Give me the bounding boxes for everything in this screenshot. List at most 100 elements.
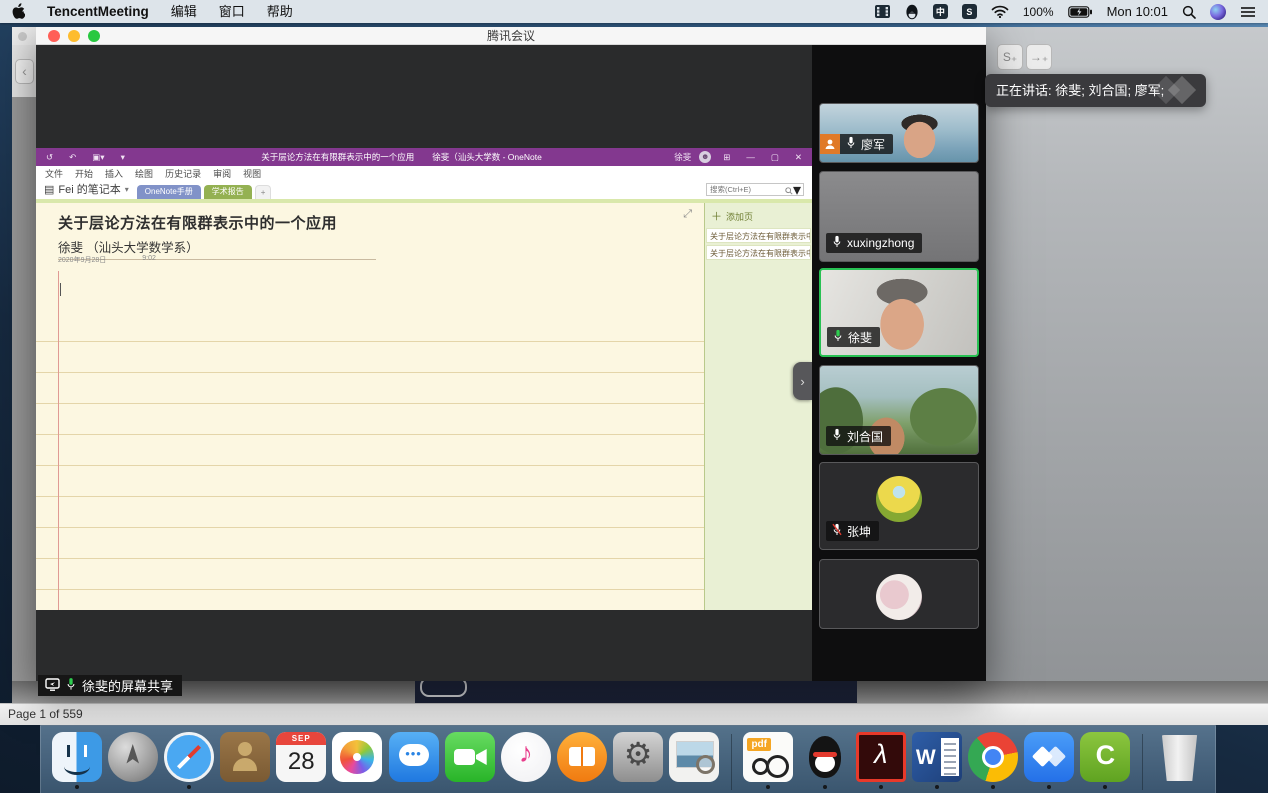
note-author[interactable]: 徐斐 （汕头大学数学系）: [58, 237, 376, 256]
note-title[interactable]: 关于层论方法在有限群表示中的一个应用: [58, 212, 376, 233]
menubar-menu-edit[interactable]: 编辑: [160, 0, 208, 23]
menubar-menu-help[interactable]: 帮助: [256, 0, 304, 23]
dock-item-ibooks[interactable]: [556, 732, 607, 789]
onenote-restore-button[interactable]: ▢: [767, 152, 783, 163]
mic-icon: [832, 235, 842, 251]
note-time: 9:02: [142, 255, 156, 265]
dock-item-pdf-reader[interactable]: [743, 732, 794, 789]
sidebar-expander-chevron[interactable]: ›: [793, 362, 812, 400]
participant-tile-xuxingzhong[interactable]: xuxingzhong: [819, 171, 979, 262]
user-avatar[interactable]: ☻: [699, 151, 711, 163]
participant-name: 廖军: [861, 136, 885, 153]
dock-item-contacts[interactable]: [219, 732, 270, 789]
participant-tile-unnamed[interactable]: [819, 559, 979, 629]
section-tab-academic-report[interactable]: 学术报告: [204, 185, 252, 199]
chevron-down-icon: ▾: [125, 185, 129, 194]
dock-item-preview[interactable]: [669, 732, 720, 789]
annotation-tool-button-arrow[interactable]: →₊: [1026, 44, 1052, 70]
inactive-traffic-light[interactable]: [18, 32, 27, 41]
participant-tile-xufei[interactable]: 徐斐: [819, 268, 979, 357]
meeting-title-bar[interactable]: 腾讯会议: [36, 27, 986, 45]
menu-history[interactable]: 历史记录: [165, 167, 201, 180]
background-window-left: ‹: [12, 27, 38, 703]
margin-line: [58, 271, 59, 610]
mic-icon: [832, 428, 842, 444]
mic-icon: [66, 677, 76, 694]
wifi-icon[interactable]: [991, 5, 1009, 18]
dock-item-system-preferences[interactable]: [613, 732, 664, 789]
menu-file[interactable]: 文件: [45, 167, 63, 180]
close-traffic-light[interactable]: [48, 30, 60, 42]
notification-center-icon[interactable]: [1240, 6, 1256, 18]
menu-home[interactable]: 开始: [75, 167, 93, 180]
quick-access-dropdown-icon[interactable]: ▣▾: [88, 152, 108, 163]
notebook-name: Fei 的笔记本: [58, 181, 120, 197]
customize-toolbar-dropdown-icon[interactable]: ▾: [117, 152, 129, 163]
participant-tile-zhangkun[interactable]: 张坤: [819, 462, 979, 550]
zoom-traffic-light[interactable]: [88, 30, 100, 42]
expand-page-icon[interactable]: ⤢: [683, 208, 692, 221]
dock-item-qq[interactable]: [799, 732, 850, 789]
participant-tile-liuheguo[interactable]: 刘合国: [819, 365, 979, 455]
spotlight-search-icon[interactable]: [1182, 5, 1196, 19]
notebook-selector[interactable]: ▤ Fei 的笔记本 ▾: [42, 181, 137, 199]
apple-menu-icon[interactable]: [0, 0, 36, 23]
page-list-item[interactable]: 关于层论方法在有限群表示中的应: [706, 245, 811, 260]
dock-item-calendar[interactable]: SEP 28: [276, 732, 327, 789]
page-header-block: 关于层论方法在有限群表示中的一个应用 徐斐 （汕头大学数学系）: [58, 212, 376, 260]
participant-tile-liaojun[interactable]: 廖军: [819, 103, 979, 163]
page-list-item[interactable]: 关于层论方法在有限群表示中的一: [706, 228, 811, 243]
menu-review[interactable]: 审阅: [213, 167, 231, 180]
minimize-traffic-light[interactable]: [68, 30, 80, 42]
page-status-text: Page 1 of 559: [8, 707, 83, 721]
undo-icon[interactable]: ↶: [65, 152, 80, 163]
film-status-icon[interactable]: [874, 4, 891, 19]
qq-status-icon[interactable]: [905, 4, 919, 20]
dock-item-tencent-meeting[interactable]: [1024, 732, 1075, 789]
dock-item-photos[interactable]: [332, 732, 383, 789]
onenote-ribbon-menu: 文件 开始 插入 绘图 历史记录 审阅 视图: [36, 166, 812, 181]
dock-item-safari[interactable]: [163, 732, 214, 789]
dock-item-acrobat[interactable]: [855, 732, 906, 789]
search-input[interactable]: [707, 185, 785, 194]
dock-item-messages[interactable]: [388, 732, 439, 789]
ribbon-display-icon[interactable]: ⊞: [719, 152, 734, 163]
input-method-icon[interactable]: 中: [933, 4, 948, 19]
dock-item-finder[interactable]: [51, 732, 102, 789]
add-page-button[interactable]: ＋ 添加页: [705, 203, 812, 228]
calendar-day: 28: [276, 745, 326, 779]
dock-item-word[interactable]: [911, 732, 962, 789]
menubar-clock[interactable]: Mon 10:01: [1107, 4, 1168, 19]
page-list-panel: ＋ 添加页 关于层论方法在有限群表示中的一 关于层论方法在有限群表示中的应: [704, 203, 812, 610]
speaking-now-tooltip: 正在讲话: 徐斐; 刘合国; 廖军;: [985, 74, 1206, 107]
menubar-menu-window[interactable]: 窗口: [208, 0, 256, 23]
menu-bar: TencentMeeting 编辑 窗口 帮助 中 S 100% Mon 10:…: [0, 0, 1268, 23]
onenote-section-tab-bar: ▤ Fei 的笔记本 ▾ OneNote手册 学术报告 +: [36, 181, 812, 199]
dock-item-chrome[interactable]: [967, 732, 1018, 789]
onenote-back-icon[interactable]: ↺: [42, 152, 57, 163]
dock-item-facetime[interactable]: [444, 732, 495, 789]
dock-item-camtasia[interactable]: [1080, 732, 1131, 789]
dock-item-itunes[interactable]: [500, 732, 551, 789]
dock-item-launchpad[interactable]: [107, 732, 158, 789]
onenote-minimize-button[interactable]: —: [742, 152, 759, 162]
onenote-search-box[interactable]: ▾: [706, 183, 804, 196]
new-section-tab[interactable]: +: [255, 185, 272, 199]
annotation-tool-button-s[interactable]: S₊: [997, 44, 1023, 70]
menu-draw[interactable]: 绘图: [135, 167, 153, 180]
section-tab-onenote-manual[interactable]: OneNote手册: [137, 185, 201, 199]
dock-item-trash[interactable]: [1154, 732, 1205, 791]
mic-icon: [846, 136, 856, 152]
battery-icon[interactable]: [1068, 6, 1093, 18]
onenote-close-button[interactable]: ✕: [791, 152, 806, 163]
onenote-page-canvas[interactable]: 关于层论方法在有限群表示中的一个应用 徐斐 （汕头大学数学系） 2020年9月2…: [36, 203, 704, 610]
participant-name: 刘合国: [847, 428, 883, 445]
s-app-status-icon[interactable]: S: [962, 4, 977, 19]
background-window-pdf: S₊ →₊: [986, 27, 1268, 703]
search-magnifier-icon[interactable]: ▾: [785, 180, 803, 200]
menubar-app-name[interactable]: TencentMeeting: [36, 0, 160, 23]
menu-insert[interactable]: 插入: [105, 167, 123, 180]
back-button[interactable]: ‹: [15, 59, 34, 84]
menu-view[interactable]: 视图: [243, 167, 261, 180]
siri-icon[interactable]: [1210, 4, 1226, 20]
